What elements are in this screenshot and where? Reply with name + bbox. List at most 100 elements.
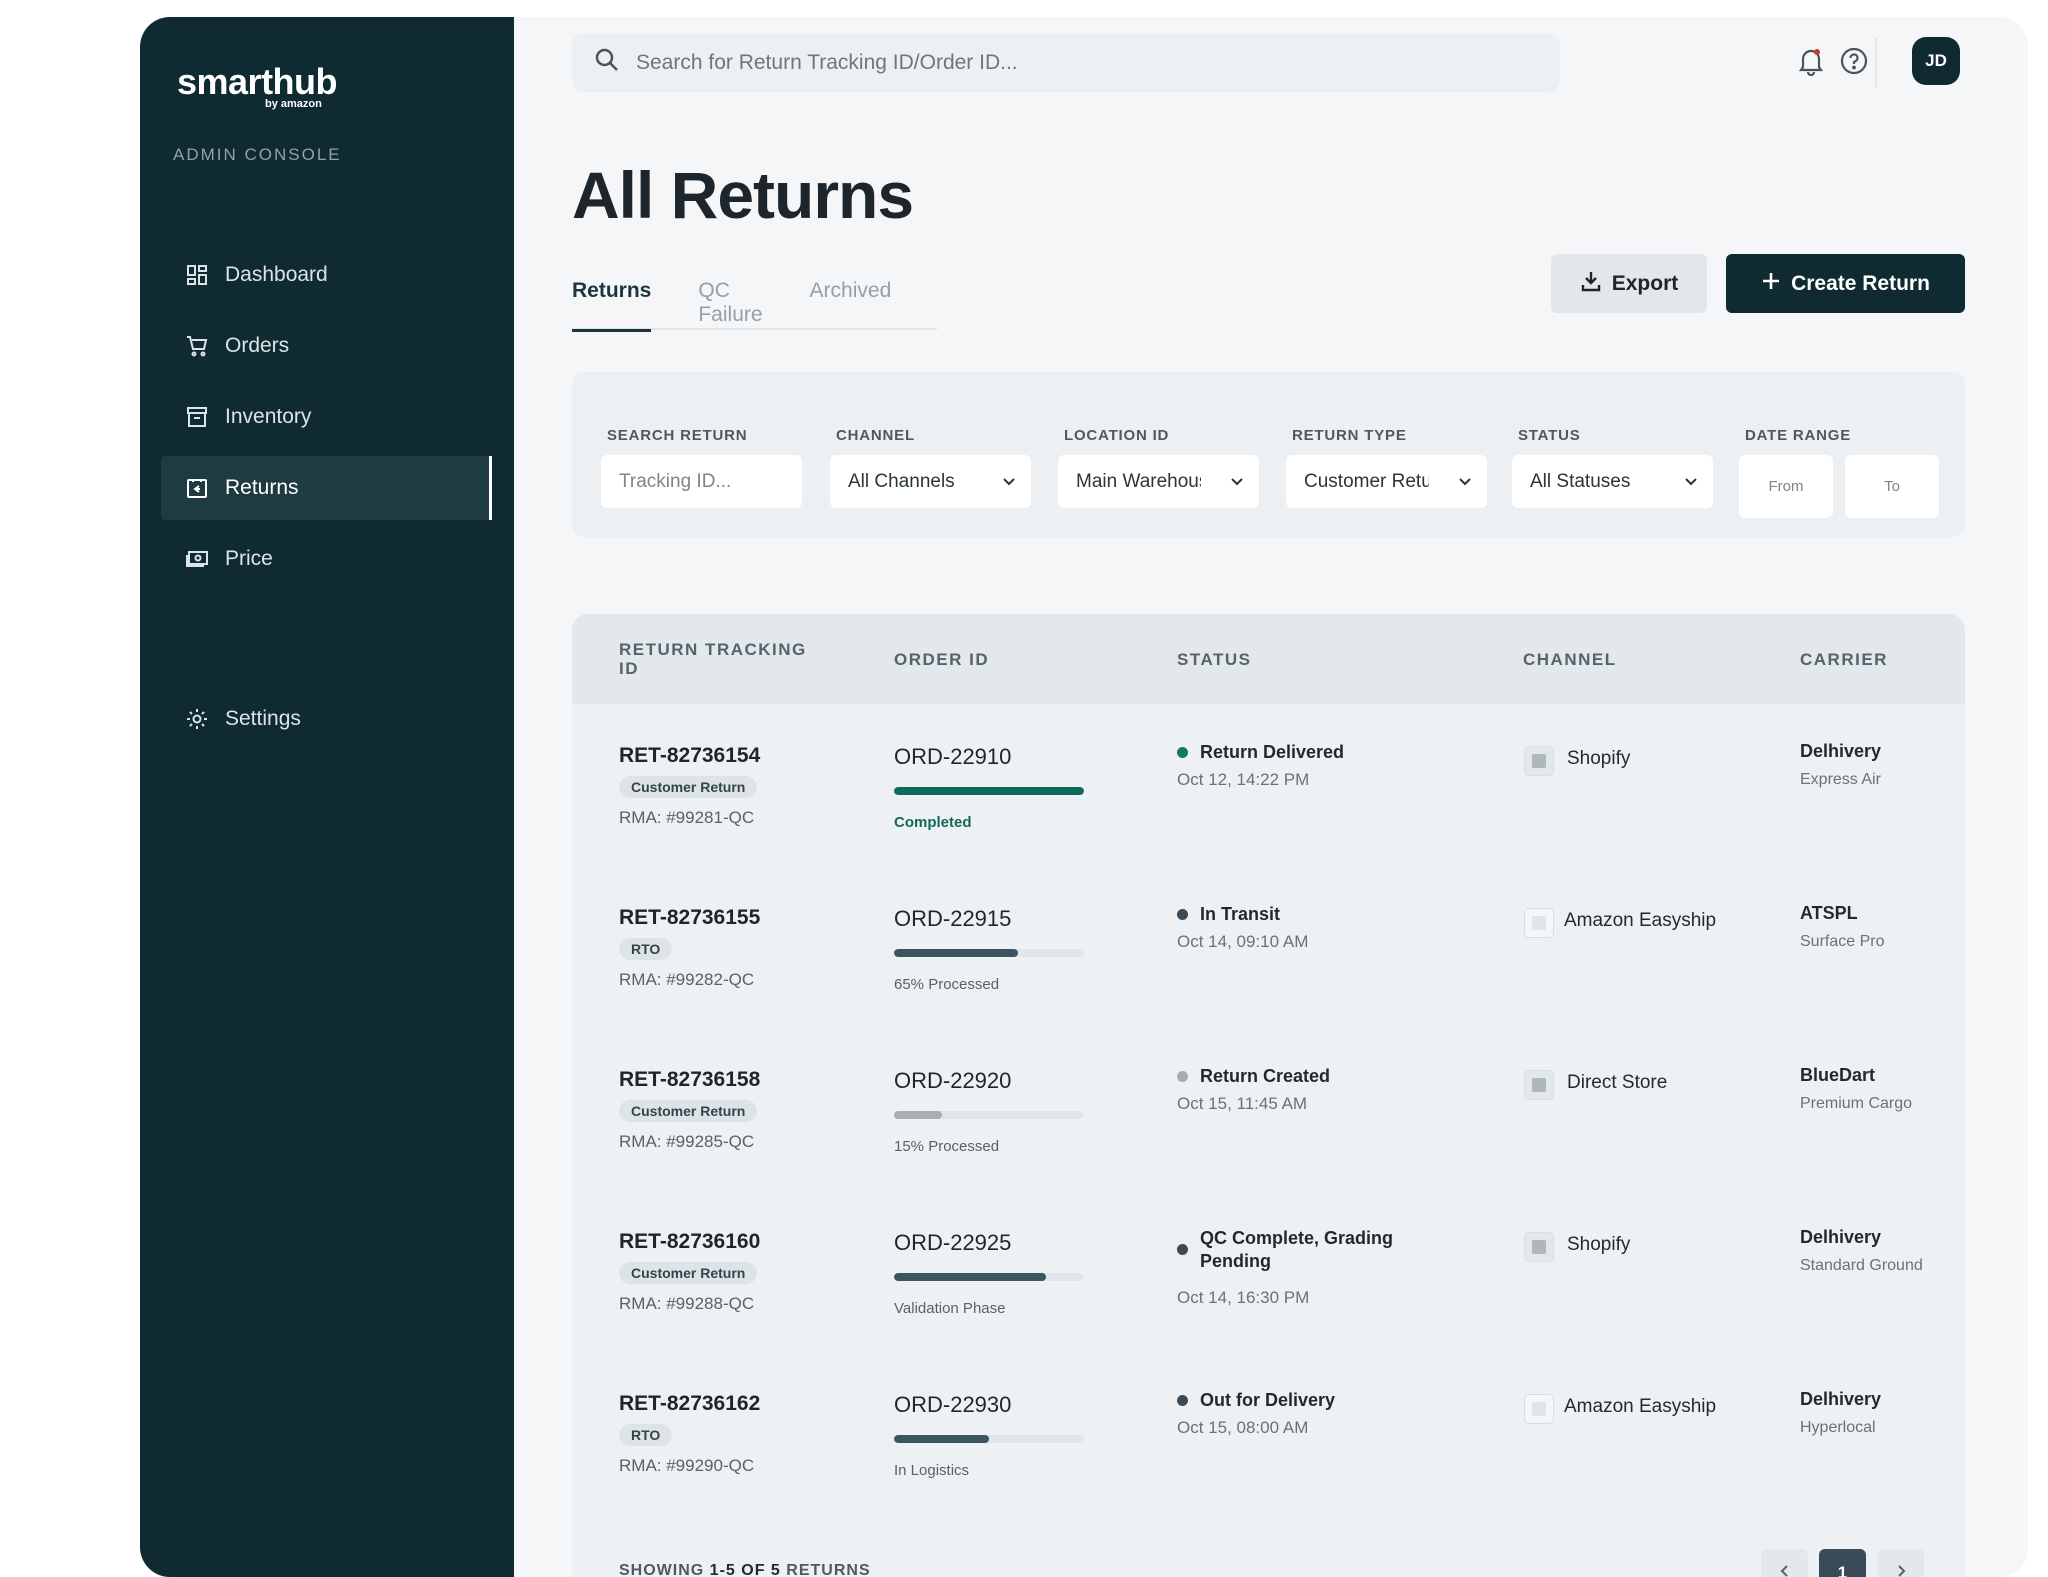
sidebar-item-returns[interactable]: Returns [161, 456, 492, 520]
help-button[interactable] [1836, 45, 1872, 81]
table-header: RETURN TRACKING ID ORDER ID STATUS CHANN… [572, 614, 1965, 704]
channel-logo-icon [1524, 908, 1554, 938]
status-time: Oct 12, 14:22 PM [1177, 770, 1309, 790]
channel-name: Shopify [1567, 748, 1630, 770]
return-tracking-id[interactable]: RET-82736160 [619, 1230, 760, 1254]
header-text: ID [619, 659, 807, 678]
return-type-badge: Customer Return [619, 776, 757, 798]
create-return-label: Create Return [1791, 272, 1930, 296]
return-tracking-id[interactable]: RET-82736155 [619, 906, 760, 930]
tab-archived[interactable]: Archived [810, 279, 892, 330]
order-id[interactable]: ORD-22925 [894, 1230, 1011, 1256]
rma-number: RMA: #99290-QC [619, 1456, 754, 1476]
rma-number: RMA: #99281-QC [619, 808, 754, 828]
sidebar-item-label: Orders [225, 334, 289, 358]
sidebar-settings-section: Settings [161, 687, 492, 758]
page-title: All Returns [572, 157, 913, 233]
sidebar-item-label: Returns [225, 476, 299, 500]
table-row[interactable]: RET-82736158Customer ReturnRMA: #99285-Q… [572, 1028, 1965, 1190]
cash-icon [185, 547, 209, 571]
global-search-input[interactable] [636, 51, 1516, 75]
chevron-down-icon [1001, 473, 1017, 495]
header-text: RETURN TRACKING [619, 640, 807, 659]
search-icon [594, 47, 620, 78]
return-tracking-id[interactable]: RET-82736158 [619, 1068, 760, 1092]
sidebar-item-label: Inventory [225, 405, 311, 429]
progress-fill [894, 1435, 989, 1443]
chevron-down-icon [1225, 473, 1245, 495]
return-type-select[interactable]: Customer Return [1286, 455, 1487, 508]
progress-note: 65% Processed [894, 976, 999, 993]
column-header-status[interactable]: STATUS [1177, 650, 1251, 669]
console-label: ADMIN CONSOLE [173, 145, 342, 165]
page-button-current[interactable]: 1 [1819, 1549, 1866, 1577]
status-select[interactable]: All Statuses [1512, 455, 1713, 508]
bell-icon [1797, 46, 1825, 81]
progress-fill [894, 1111, 942, 1119]
tracking-id-placeholder: Tracking ID... [619, 471, 731, 493]
tracking-id-input[interactable]: Tracking ID... [601, 455, 802, 508]
dashboard-icon [185, 263, 209, 287]
channel-select[interactable]: All Channels [830, 455, 1031, 508]
column-header-channel[interactable]: CHANNEL [1523, 650, 1617, 669]
filter-label: RETURN TYPE [1292, 427, 1407, 444]
tab-qc-failure[interactable]: QC Failure [698, 279, 762, 330]
sidebar-item-inventory[interactable]: Inventory [161, 385, 492, 449]
date-from-input[interactable]: From [1739, 455, 1833, 518]
chevron-left-icon [1779, 1563, 1791, 1577]
avatar[interactable]: JD [1912, 37, 1960, 85]
rma-number: RMA: #99288-QC [619, 1294, 754, 1314]
export-button[interactable]: Export [1551, 254, 1707, 313]
carrier-name: BlueDart [1800, 1065, 1875, 1086]
table-row[interactable]: RET-82736155RTORMA: #99282-QCORD-2291565… [572, 866, 1965, 1028]
status-dot [1177, 909, 1188, 920]
help-icon [1839, 46, 1869, 81]
sidebar-item-price[interactable]: Price [161, 527, 492, 591]
next-page-button[interactable] [1877, 1549, 1924, 1577]
date-to-input[interactable]: To [1845, 455, 1939, 518]
order-id[interactable]: ORD-22910 [894, 744, 1011, 770]
column-header-order-id[interactable]: ORDER ID [894, 650, 989, 669]
table-row[interactable]: RET-82736154 Customer Return RMA: #99281-Q… [572, 704, 1965, 866]
order-id[interactable]: ORD-22920 [894, 1068, 1011, 1094]
sidebar-item-orders[interactable]: Orders [161, 314, 492, 378]
global-search-bar[interactable] [572, 33, 1560, 92]
filter-panel: SEARCH RETURN Tracking ID... CHANNEL All… [572, 372, 1965, 537]
channel-name: Amazon Easyship [1564, 910, 1716, 932]
status-label: In Transit [1200, 903, 1420, 926]
sidebar-item-dashboard[interactable]: Dashboard [161, 243, 492, 307]
filter-label: CHANNEL [836, 427, 915, 444]
status-dot [1177, 747, 1188, 758]
returns-tabs: Returns QC Failure Archived [572, 279, 937, 330]
return-tracking-id[interactable]: RET-82736162 [619, 1392, 760, 1416]
tab-returns[interactable]: Returns [572, 279, 651, 330]
return-tracking-id[interactable]: RET-82736154 [619, 744, 760, 768]
sidebar-item-settings[interactable]: Settings [161, 687, 492, 751]
return-type-badge: RTO [619, 1424, 672, 1446]
filter-label: SEARCH RETURN [607, 427, 747, 444]
table-row[interactable]: RET-82736160Customer ReturnRMA: #99288-Q… [572, 1190, 1965, 1352]
column-header-tracking-id[interactable]: RETURN TRACKING ID [619, 640, 807, 678]
rma-number: RMA: #99285-QC [619, 1132, 754, 1152]
sidebar-nav: Dashboard Orders Inventory Returns [161, 243, 492, 598]
location-value: Main Warehouse [1076, 471, 1201, 493]
order-id[interactable]: ORD-22930 [894, 1392, 1011, 1418]
status-label: Return Created [1200, 1065, 1420, 1088]
carrier-service: Express Air [1800, 770, 1940, 789]
order-id[interactable]: ORD-22915 [894, 906, 1011, 932]
chevron-down-icon [1683, 473, 1699, 495]
progress-bar [894, 1273, 1084, 1281]
progress-bar [894, 1111, 1084, 1119]
prev-page-button[interactable] [1761, 1549, 1808, 1577]
status-dot [1177, 1244, 1188, 1255]
status-time: Oct 14, 09:10 AM [1177, 932, 1308, 952]
cart-icon [185, 334, 209, 358]
notifications-button[interactable] [1793, 45, 1829, 81]
progress-fill [894, 1273, 1046, 1281]
column-header-carrier[interactable]: CARRIER [1800, 650, 1888, 669]
table-row[interactable]: RET-82736162RTORMA: #99290-QCORD-22930In… [572, 1352, 1965, 1514]
create-return-button[interactable]: Create Return [1726, 254, 1965, 313]
location-select[interactable]: Main Warehouse [1058, 455, 1259, 508]
channel-name: Direct Store [1567, 1072, 1667, 1094]
chevron-right-icon [1895, 1563, 1907, 1577]
